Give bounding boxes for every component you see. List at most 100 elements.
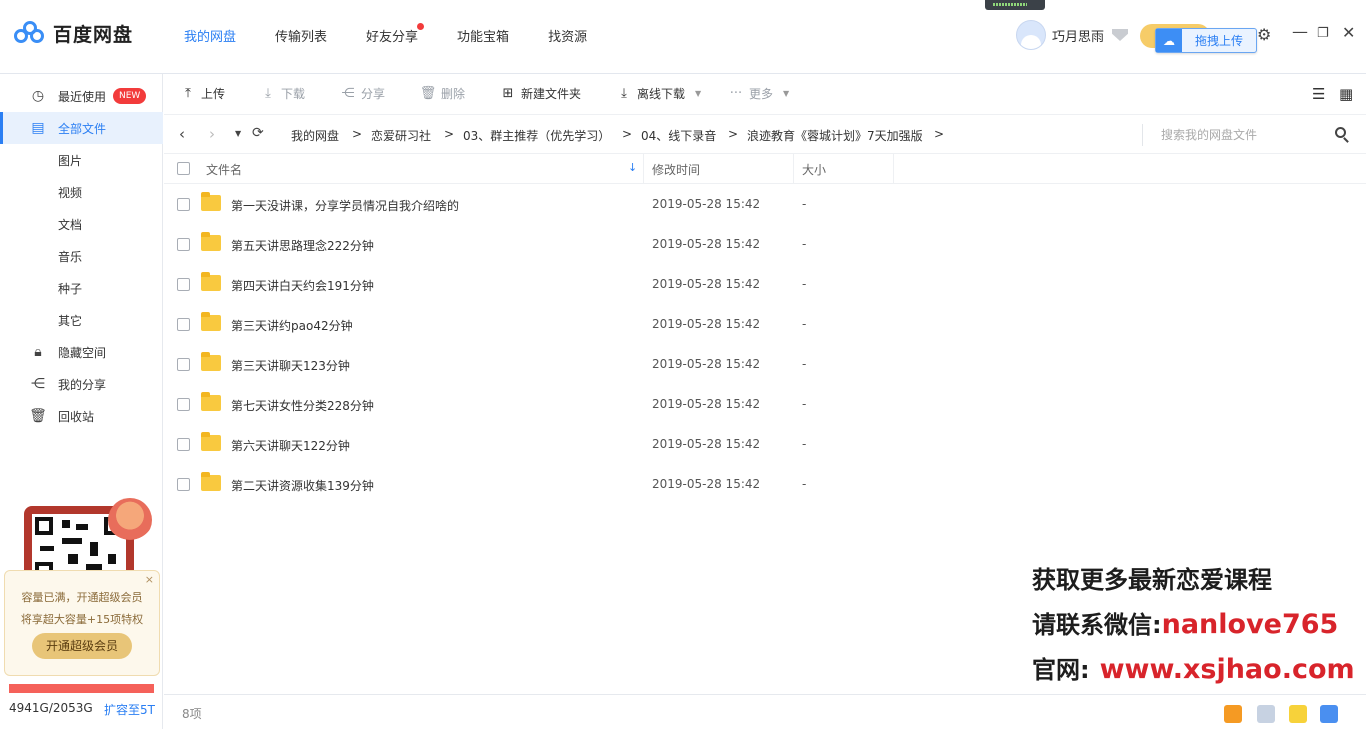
- restore-button[interactable]: ❐: [1317, 26, 1329, 42]
- file-name[interactable]: 第六天讲聊天122分钟: [231, 437, 350, 454]
- file-name[interactable]: 第七天讲女性分类228分钟: [231, 397, 374, 414]
- file-name[interactable]: 第二天讲资源收集139分钟: [231, 477, 374, 494]
- sidebar-item-my-shares[interactable]: ⋲ 我的分享: [0, 368, 163, 400]
- share-label: 分享: [361, 87, 386, 101]
- nav-my-disk[interactable]: 我的网盘: [184, 26, 236, 45]
- refresh-icon[interactable]: ⟳: [252, 125, 264, 141]
- forward-arrow-icon[interactable]: ›: [209, 125, 215, 143]
- new-folder-icon: ⊞: [502, 86, 514, 101]
- main-nav: 我的网盘 传输列表 好友分享 功能宝箱 找资源: [184, 23, 626, 45]
- row-checkbox[interactable]: [177, 358, 190, 371]
- table-row[interactable]: 第七天讲女性分类228分钟 2019-05-28 15:42 -: [164, 384, 1366, 424]
- breadcrumb-item-current[interactable]: 浪迹教育《蓉城计划》7天加强版: [747, 127, 923, 144]
- folder-icon: [201, 432, 221, 451]
- table-row[interactable]: 第四天讲白天约会191分钟 2019-05-28 15:42 -: [164, 264, 1366, 304]
- offline-download-button[interactable]: ⤓ 离线下载 ▼: [617, 85, 701, 102]
- file-size: -: [802, 197, 807, 211]
- sidebar-item-recycle-bin[interactable]: 🗑︎ 回收站: [0, 400, 163, 432]
- file-name[interactable]: 第三天讲聊天123分钟: [231, 357, 350, 374]
- sort-arrow-down-icon[interactable]: ↓: [628, 161, 637, 174]
- minimize-button[interactable]: —: [1292, 24, 1308, 40]
- sidebar-item-documents[interactable]: 文档: [0, 208, 163, 240]
- sidebar-item-label: 回收站: [58, 409, 95, 424]
- select-all-checkbox[interactable]: [177, 162, 190, 175]
- folder-icon: [201, 312, 221, 331]
- search-input[interactable]: 搜索我的网盘文件: [1142, 124, 1352, 146]
- download-button[interactable]: ⤓ 下载: [261, 85, 305, 102]
- nav-toolbox[interactable]: 功能宝箱: [457, 26, 509, 45]
- promo-close-button[interactable]: ×: [145, 573, 154, 586]
- breadcrumb-item[interactable]: 04、线下录音: [641, 127, 716, 144]
- sidebar-item-hidden-space[interactable]: 🔒︎ 隐藏空间: [0, 336, 163, 368]
- row-checkbox[interactable]: [177, 398, 190, 411]
- nav-friend-share[interactable]: 好友分享: [366, 23, 425, 45]
- offline-download-icon: ⤓: [621, 86, 627, 101]
- file-name[interactable]: 第五天讲思路理念222分钟: [231, 237, 374, 254]
- row-checkbox[interactable]: [177, 438, 190, 451]
- expand-storage-link[interactable]: 扩容至5T: [104, 701, 155, 718]
- breadcrumb-separator: >: [934, 127, 945, 141]
- table-row[interactable]: 第二天讲资源收集139分钟 2019-05-28 15:42 -: [164, 464, 1366, 504]
- sidebar-item-images[interactable]: 图片: [0, 144, 163, 176]
- sidebar-item-other[interactable]: 其它: [0, 304, 163, 336]
- sidebar-item-recent[interactable]: ◷ 最近使用 NEW: [0, 80, 163, 112]
- file-name[interactable]: 第一天没讲课，分享学员情况自我介绍啥的: [231, 197, 459, 214]
- upload-task-icon[interactable]: [1289, 705, 1307, 723]
- table-row[interactable]: 第一天没讲课，分享学员情况自我介绍啥的 2019-05-28 15:42 -: [164, 184, 1366, 224]
- table-row[interactable]: 第三天讲约pao42分钟 2019-05-28 15:42 -: [164, 304, 1366, 344]
- breadcrumb-item-my-disk[interactable]: 我的网盘: [291, 127, 339, 144]
- share-button[interactable]: ⋲ 分享: [341, 85, 386, 102]
- file-size: -: [802, 237, 807, 251]
- nav-find-resources[interactable]: 找资源: [548, 26, 587, 45]
- settings-gear-icon[interactable]: ⚙: [1257, 27, 1271, 43]
- column-header-name[interactable]: 文件名: [206, 161, 242, 178]
- nav-transfer-list[interactable]: 传输列表: [275, 26, 327, 45]
- close-button[interactable]: ✕: [1342, 25, 1355, 41]
- upload-button[interactable]: ⤒ 上传: [181, 85, 225, 102]
- medal-icon[interactable]: [1224, 705, 1242, 723]
- file-name[interactable]: 第四天讲白天约会191分钟: [231, 277, 374, 294]
- new-folder-button[interactable]: ⊞ 新建文件夹: [501, 85, 581, 102]
- file-name[interactable]: 第三天讲约pao42分钟: [231, 317, 353, 334]
- table-row[interactable]: 第六天讲聊天122分钟 2019-05-28 15:42 -: [164, 424, 1366, 464]
- sidebar-item-torrents[interactable]: 种子: [0, 272, 163, 304]
- row-checkbox[interactable]: [177, 198, 190, 211]
- row-checkbox[interactable]: [177, 278, 190, 291]
- drag-upload-button[interactable]: ☁ 拖拽上传: [1155, 28, 1257, 53]
- user-name[interactable]: 巧月思雨: [1052, 26, 1104, 45]
- more-button[interactable]: ··· 更多 ▼: [729, 85, 789, 102]
- row-checkbox[interactable]: [177, 238, 190, 251]
- chevron-down-icon: ▼: [783, 89, 790, 98]
- user-profile[interactable]: 巧月思雨: [1016, 20, 1129, 50]
- grid-view-icon[interactable]: ▦: [1339, 85, 1353, 103]
- lock-icon[interactable]: [1320, 705, 1338, 723]
- row-checkbox[interactable]: [177, 318, 190, 331]
- sidebar-item-music[interactable]: 音乐: [0, 240, 163, 272]
- file-size: -: [802, 357, 807, 371]
- history-dropdown-icon[interactable]: ▼: [235, 129, 241, 138]
- table-row[interactable]: 第五天讲思路理念222分钟 2019-05-28 15:42 -: [164, 224, 1366, 264]
- column-header-size[interactable]: 大小: [802, 161, 826, 178]
- sidebar-item-all-files[interactable]: ▤ 全部文件: [0, 112, 163, 144]
- share-icon: ⋲: [341, 86, 355, 101]
- search-icon[interactable]: [1335, 127, 1346, 138]
- watermark-wechat-label: 请联系微信:: [1032, 611, 1162, 639]
- apps-grid-icon[interactable]: [1257, 705, 1275, 723]
- speed-indicator: [985, 0, 1045, 10]
- sidebar-item-videos[interactable]: 视频: [0, 176, 163, 208]
- avatar[interactable]: [1016, 20, 1046, 50]
- open-super-vip-button[interactable]: 开通超级会员: [32, 633, 132, 659]
- trash-icon: 🗑︎: [29, 408, 47, 424]
- breadcrumb-separator: >: [622, 127, 633, 141]
- delete-button[interactable]: 🗑︎ 删除: [420, 85, 465, 102]
- sort-icon[interactable]: ☰: [1312, 85, 1325, 103]
- breadcrumb-item[interactable]: 03、群主推荐（优先学习）: [463, 127, 610, 144]
- breadcrumb-item[interactable]: 恋爱研习社: [371, 127, 431, 144]
- back-arrow-icon[interactable]: ‹: [179, 125, 185, 143]
- vip-diamond-icon[interactable]: [1112, 29, 1129, 41]
- table-row[interactable]: 第三天讲聊天123分钟 2019-05-28 15:42 -: [164, 344, 1366, 384]
- status-bar: 8项: [164, 694, 1366, 729]
- breadcrumb-separator: >: [444, 127, 455, 141]
- column-header-modified[interactable]: 修改时间: [652, 161, 700, 178]
- row-checkbox[interactable]: [177, 478, 190, 491]
